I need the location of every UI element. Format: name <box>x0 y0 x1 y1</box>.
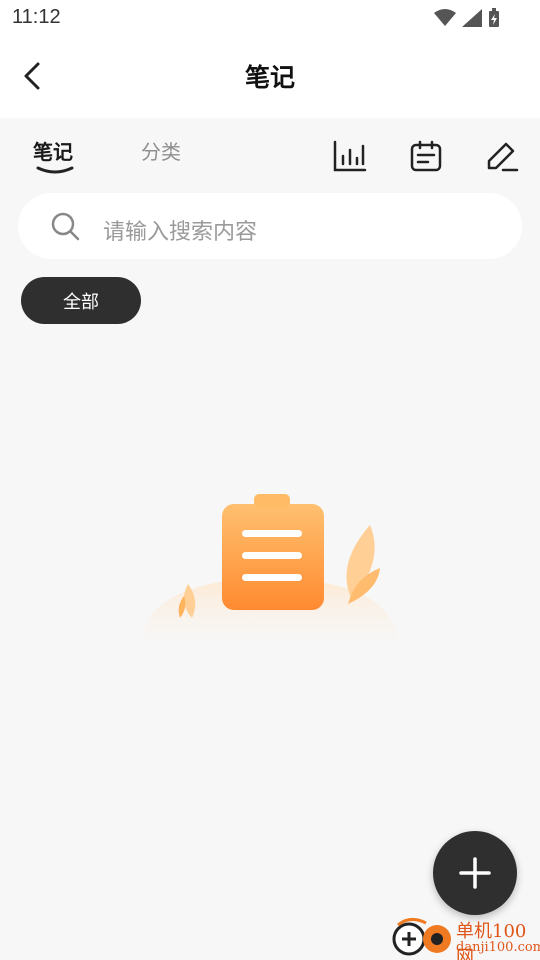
plus-icon <box>459 857 491 889</box>
status-bar: 11:12 <box>0 0 540 36</box>
search-placeholder: 请输入搜索内容 <box>103 220 258 245</box>
tab-categories[interactable]: 分类 <box>141 136 181 165</box>
battery-icon <box>489 8 499 27</box>
new-note-button[interactable] <box>484 138 520 174</box>
page-title: 笔记 <box>244 63 295 92</box>
tab-notes[interactable]: 笔记 <box>33 136 73 165</box>
statistics-button[interactable] <box>332 138 368 174</box>
status-time: 11:12 <box>12 6 61 28</box>
wifi-icon <box>434 9 456 26</box>
watermark: 单机100网 danji100.com <box>390 915 540 960</box>
clipboard-illustration <box>142 494 398 640</box>
watermark-url: danji100.com <box>456 940 540 955</box>
tab-active-indicator <box>36 166 74 174</box>
search-input[interactable]: 请输入搜索内容 <box>18 193 522 259</box>
calendar-button[interactable] <box>408 138 444 174</box>
status-icons <box>434 8 500 28</box>
search-icon <box>51 212 80 241</box>
edit-icon <box>487 142 519 172</box>
add-note-fab[interactable] <box>433 831 517 915</box>
calendar-note-icon <box>410 140 442 172</box>
signal-icon <box>462 9 482 27</box>
app-header: 笔记 <box>0 36 540 118</box>
tabs-row: 笔记 分类 <box>0 118 540 188</box>
bar-chart-icon <box>333 140 367 172</box>
watermark-logo-icon <box>392 918 451 956</box>
filter-chip-all[interactable]: 全部 <box>21 277 141 324</box>
